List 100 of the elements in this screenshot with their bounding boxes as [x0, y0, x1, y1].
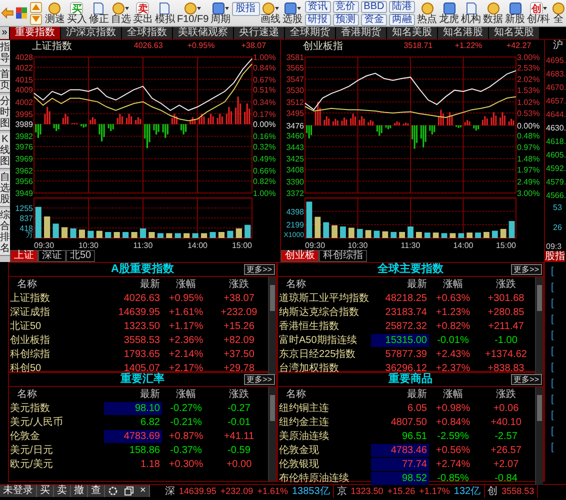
table-cell: 4783.46 — [371, 444, 429, 456]
axis-label: 3530 — [286, 86, 304, 96]
axis-label: 0.97% — [517, 142, 540, 152]
axis-label: 3547 — [286, 75, 304, 84]
table-cell-text: 36296.12 — [384, 362, 427, 374]
axis-label: 4644. — [546, 110, 566, 119]
table-cell-text: +2.74% — [434, 458, 472, 470]
axis-label: 3.00% — [517, 189, 540, 198]
time-label: 10:30 — [78, 241, 99, 250]
table-cell: 4783.69 — [104, 430, 162, 442]
ticker-turnover: 132亿 — [454, 485, 481, 498]
index-price: 4026.63 — [132, 41, 164, 50]
axis-label: 3565 — [286, 63, 304, 72]
table-cell-text: +29.78 — [222, 362, 256, 374]
axis-label: 4028 — [15, 53, 33, 62]
table-cell-text: +232.09 — [220, 306, 258, 318]
time-label: 15:00 — [232, 241, 252, 250]
table-cell-text: 158.86 — [128, 444, 161, 456]
axis-label: 0.82% — [253, 176, 276, 186]
table-cell-text: +15.26 — [222, 320, 256, 332]
table-cell-text: +2.14% — [168, 348, 204, 360]
table-cell-text: 东京日经225指数 — [278, 348, 357, 360]
table-cell-text: +2.43% — [434, 348, 472, 360]
table-cell-text: -0.01 — [226, 416, 252, 428]
table-cell-text: 台湾加权指数 — [278, 362, 340, 374]
table-cell-text: 上证指数 — [9, 292, 51, 304]
icon-glyph: 卖 — [136, 2, 150, 14]
column-header: 名称 — [285, 388, 307, 400]
axis-label: 4592. — [546, 164, 566, 173]
table-cell-text: 14639.95 — [117, 306, 161, 318]
table-cell-text: 美元/日元 — [9, 444, 54, 456]
time-label: 09:30 — [34, 241, 54, 250]
table-cell-text: -0.37% — [169, 444, 203, 456]
table-cell-text: 伦敦金 — [9, 430, 41, 442]
table-cell-text: 创业板指 — [9, 334, 51, 346]
table-cell: 77.74 — [371, 458, 429, 470]
table-cell-text: +26.57 — [490, 444, 522, 456]
news-bracket: [ — [551, 266, 555, 278]
table-cell-text: -0.27 — [226, 402, 252, 414]
axis-label: 3969 — [15, 154, 33, 164]
index-title: 创业板指 — [303, 40, 344, 52]
ticker-change: +232.09 — [220, 486, 254, 496]
axis-label: 0.84% — [253, 63, 276, 72]
axis-label: 26 — [553, 223, 562, 232]
ticker-price: 3558.53 — [502, 486, 534, 496]
table-cell-text: -1.00 — [494, 334, 518, 346]
table-cell-text: +0.87% — [168, 430, 204, 442]
table-cell-text: -0.01% — [436, 334, 470, 346]
ticker-pct: +1.61% — [257, 486, 288, 496]
ticker-pct: +1.17% — [419, 486, 450, 496]
table-cell-text: 纽约金主连 — [278, 416, 330, 428]
axis-label: 0.00% — [253, 120, 276, 130]
table-cell-text: 科创综指 — [9, 348, 51, 360]
axis-label: 4618. — [546, 137, 566, 146]
axis-label: 0.32% — [253, 142, 276, 152]
table-cell-text: -0.27% — [169, 402, 203, 414]
table-cell-text: 道琼斯工业平均指数 — [278, 292, 370, 304]
table-title: 重要汇率 — [120, 373, 164, 386]
column-header: 涨跌 — [228, 388, 250, 400]
axis-label: 0.17% — [253, 110, 276, 119]
table-cell-text: +0.30% — [168, 458, 204, 470]
axis-label: 0.00% — [517, 121, 540, 130]
news-bracket: [ — [551, 442, 555, 454]
table-cell-text: 4807.50 — [390, 416, 428, 428]
axis-label: 3495 — [286, 108, 304, 118]
table-cell-text: 1.18 — [140, 458, 161, 470]
axis-label: 3390 — [286, 177, 304, 186]
table-cell-text: 96.51 — [400, 430, 428, 442]
index-change: +38.07 — [240, 41, 268, 50]
table-cell: 15315.00 — [371, 334, 429, 346]
axis-label: 2.49% — [517, 177, 540, 186]
axis-label: 1.00% — [253, 53, 276, 62]
table-cell-text: +280.85 — [486, 306, 526, 318]
axis-label: 4670. — [546, 83, 566, 92]
ticker-price: 1323.50 — [350, 486, 384, 496]
axis-label: 0.51% — [253, 86, 276, 95]
axis-label: 1.48% — [517, 154, 540, 164]
table-cell-text: 美元/人民币 — [9, 416, 64, 428]
table-cell-text: -2.59% — [436, 430, 470, 442]
table-cell-text: 美原油连续 — [278, 430, 330, 442]
table-cell-text: -0.21% — [169, 416, 203, 428]
table-cell-text: +2.17% — [168, 362, 204, 374]
axis-label: 3512 — [286, 98, 304, 107]
table-cell-text: 科创50 — [9, 362, 42, 374]
axis-label: 0.53% — [517, 108, 540, 118]
axis-label: 4579. — [546, 178, 566, 186]
table-cell-text: 6.05 — [406, 402, 428, 414]
axis-label: 1.53% — [517, 86, 540, 96]
axis-label: 3443 — [286, 142, 304, 152]
table-cell-text: +2.36% — [168, 334, 204, 346]
table-cell-text: 北证50 — [9, 320, 42, 332]
news-bracket: [ — [551, 346, 555, 358]
axis-label: 1.02% — [517, 98, 540, 107]
table-cell-text: +0.00 — [225, 458, 253, 470]
axis-label: 4015 — [15, 75, 33, 84]
table-cell-text: 富时A50期指连续 — [278, 334, 358, 346]
index-title: 上证指数 — [32, 40, 73, 52]
column-header: 最新 — [406, 388, 428, 400]
table-cell-text: -0.84 — [494, 472, 518, 484]
column-header: 涨跌 — [228, 278, 250, 290]
